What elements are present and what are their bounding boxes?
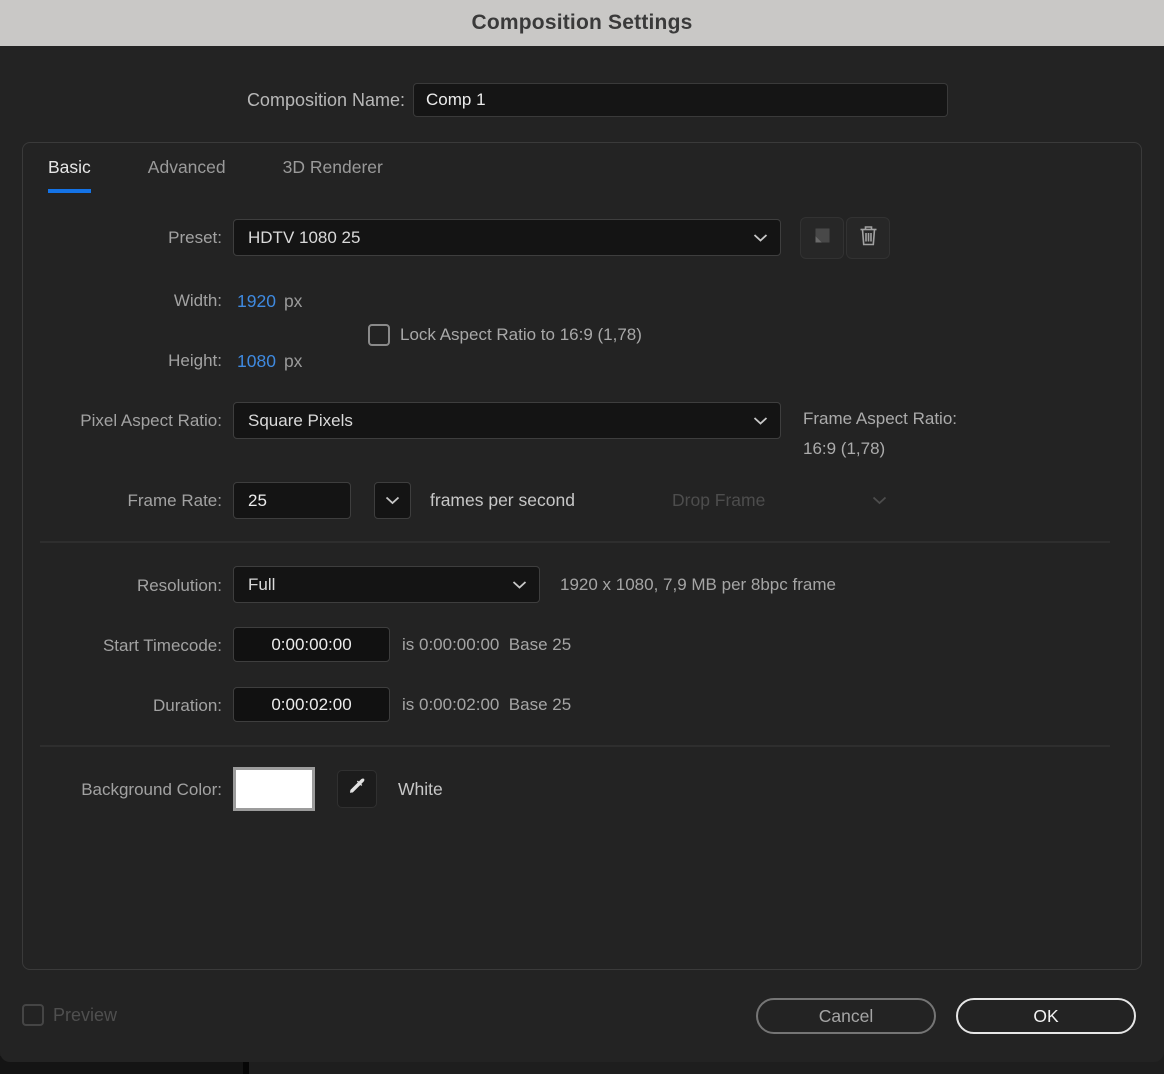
- width-label: Width:: [173, 291, 222, 310]
- pixel-aspect-ratio-dropdown[interactable]: Square Pixels: [233, 402, 781, 439]
- eyedropper-button[interactable]: [337, 770, 377, 808]
- height-unit: px: [283, 351, 303, 371]
- lock-aspect-ratio-checkbox[interactable]: [368, 324, 390, 346]
- preset-dropdown[interactable]: HDTV 1080 25: [233, 219, 781, 256]
- duration-input[interactable]: [233, 687, 390, 722]
- preview-label: Preview: [53, 1004, 118, 1025]
- resolution-info: 1920 x 1080, 7,9 MB per 8bpc frame: [560, 575, 836, 594]
- tab-advanced[interactable]: Advanced: [148, 157, 226, 193]
- start-timecode-info: is 0:00:00:00 Base 25: [402, 635, 572, 654]
- preview-checkbox[interactable]: [22, 1004, 44, 1026]
- chevron-down-icon: [753, 416, 768, 425]
- background-color-name: White: [398, 779, 443, 799]
- height-label: Height:: [168, 351, 222, 370]
- save-preset-button[interactable]: [800, 217, 844, 259]
- frame-aspect-ratio-value: 16:9 (1,78): [803, 439, 886, 458]
- preset-dropdown-value: HDTV 1080 25: [248, 227, 361, 247]
- chevron-down-icon: [872, 496, 887, 505]
- width-value[interactable]: 1920: [237, 291, 276, 312]
- frame-aspect-ratio-label: Frame Aspect Ratio:: [803, 409, 958, 428]
- lock-aspect-ratio-label: Lock Aspect Ratio to 16:9 (1,78): [400, 325, 642, 344]
- tab-bar: Basic Advanced 3D Renderer: [48, 157, 383, 193]
- save-preset-icon: [812, 225, 833, 251]
- frame-rate-label: Frame Rate:: [127, 491, 222, 510]
- height-value[interactable]: 1080: [237, 351, 276, 372]
- chevron-down-icon: [385, 496, 400, 505]
- tab-3d-renderer[interactable]: 3D Renderer: [283, 157, 383, 193]
- frame-rate-dropdown-button[interactable]: [374, 482, 411, 519]
- chevron-down-icon: [753, 233, 768, 242]
- duration-info: is 0:00:02:00 Base 25: [402, 695, 572, 714]
- section-divider: [40, 541, 1110, 543]
- background-color-label: Background Color:: [81, 780, 222, 799]
- composition-name-input[interactable]: [413, 83, 948, 117]
- pixel-aspect-ratio-value: Square Pixels: [248, 410, 353, 430]
- preview-toggle: Preview: [22, 1004, 117, 1026]
- drop-frame-value: Drop Frame: [672, 490, 766, 510]
- start-timecode-label: Start Timecode:: [102, 636, 222, 655]
- cancel-button[interactable]: Cancel: [756, 998, 936, 1034]
- eyedropper-icon: [346, 776, 368, 803]
- tab-basic[interactable]: Basic: [48, 157, 91, 193]
- delete-preset-button[interactable]: [846, 217, 890, 259]
- background-color-swatch[interactable]: [233, 767, 315, 811]
- ok-button[interactable]: OK: [956, 998, 1136, 1034]
- pixel-aspect-ratio-label: Pixel Aspect Ratio:: [80, 411, 222, 430]
- resolution-dropdown[interactable]: Full: [233, 566, 540, 603]
- width-unit: px: [283, 291, 303, 311]
- start-timecode-input[interactable]: [233, 627, 390, 662]
- dialog-title: Composition Settings: [471, 11, 693, 34]
- resolution-value: Full: [248, 574, 276, 594]
- drop-frame-dropdown: Drop Frame: [672, 490, 887, 511]
- section-divider: [40, 745, 1110, 747]
- composition-name-label: Composition Name:: [246, 90, 405, 110]
- duration-label: Duration:: [153, 696, 222, 715]
- trash-icon: [858, 224, 879, 252]
- frames-per-second-label: frames per second: [430, 490, 575, 510]
- settings-panel: [22, 142, 1142, 970]
- composition-settings-dialog: Composition Settings Composition Name: B…: [0, 0, 1164, 1062]
- composition-settings-screen: Composition Settings Composition Name: B…: [0, 0, 1164, 1074]
- frame-rate-input[interactable]: [233, 482, 351, 519]
- resolution-label: Resolution:: [136, 576, 222, 595]
- chevron-down-icon: [512, 580, 527, 589]
- dialog-titlebar[interactable]: Composition Settings: [0, 0, 1164, 46]
- frame-aspect-ratio-info: Frame Aspect Ratio: 16:9 (1,78): [803, 404, 957, 464]
- preset-label: Preset:: [168, 228, 222, 247]
